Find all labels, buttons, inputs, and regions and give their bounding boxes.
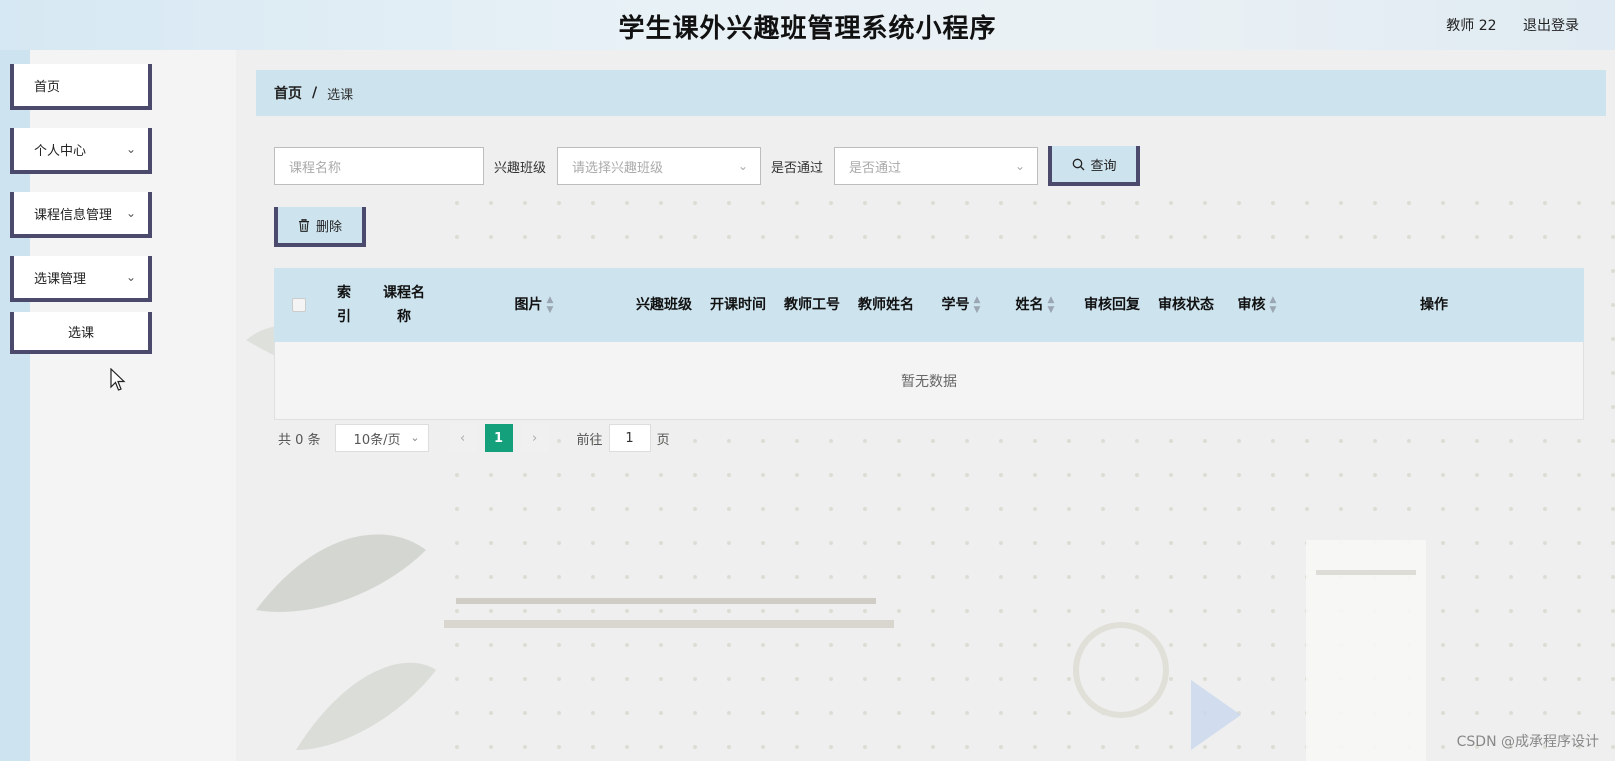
column-header-actions: 操作	[1394, 268, 1474, 342]
empty-text: 暂无数据	[901, 373, 957, 390]
sidebar-item-course-info[interactable]: 课程信息管理 ⌄	[10, 192, 152, 238]
mouse-cursor-icon	[110, 368, 126, 391]
chevron-right-icon: ›	[531, 430, 538, 446]
column-header-label: 审核	[1237, 297, 1266, 313]
passed-select[interactable]: 是否通过 ⌄	[834, 147, 1039, 185]
column-header-review-status[interactable]: 审核状态	[1158, 268, 1214, 342]
class-select-placeholder: 请选择兴趣班级	[572, 160, 664, 176]
app-title: 学生课外兴趣班管理系统小程序	[618, 14, 997, 44]
chevron-down-icon: ⌄	[125, 270, 136, 284]
column-header-course-name[interactable]: 课程名称	[378, 268, 430, 342]
top-header: 学生课外兴趣班管理系统小程序 教师 22 退出登录	[0, 0, 1615, 50]
page-unit-label: 页	[656, 432, 670, 448]
column-header-student-id[interactable]: 学号 ▲ ▼	[930, 268, 992, 342]
class-label: 兴趣班级	[494, 160, 547, 176]
search-icon	[1072, 158, 1084, 170]
column-header-label: 操作	[1420, 297, 1448, 313]
column-header-label: 课程名称	[383, 285, 425, 325]
column-header-index: 索引	[332, 268, 356, 342]
breadcrumb: 首页 / 选课	[256, 70, 1606, 116]
class-select[interactable]: 请选择兴趣班级 ⌄	[557, 147, 762, 185]
column-header-label: 学号	[941, 297, 970, 313]
column-header-review-reply[interactable]: 审核回复	[1084, 268, 1140, 342]
next-page-button[interactable]: ›	[520, 424, 549, 452]
sort-icon: ▲ ▼	[546, 295, 554, 315]
breadcrumb-separator: /	[312, 85, 318, 101]
sidebar-item-personal-center[interactable]: 个人中心 ⌄	[10, 128, 152, 174]
course-name-input[interactable]: 课程名称	[274, 147, 484, 185]
sort-icon: ▲ ▼	[1047, 295, 1055, 315]
sidebar-item-home[interactable]: 首页	[10, 64, 152, 110]
sidebar-item-label: 首页	[34, 79, 61, 95]
main-content: 首页 / 选课 课程名称 兴趣班级 请选择兴趣班级 ⌄ 是否通过 是否通过 ⌄ …	[236, 50, 1615, 761]
sort-icon: ▲ ▼	[973, 295, 981, 315]
chevron-down-icon: ⌄	[1014, 159, 1026, 173]
column-header-label: 审核回复	[1084, 297, 1140, 313]
goto-label: 前往	[576, 432, 603, 448]
column-header-label: 索引	[337, 285, 351, 325]
data-table: 索引 课程名称 图片 ▲ ▼ 兴趣班级 开课时间 教师工号 教师姓名 学号 ▲ ▼	[274, 268, 1584, 420]
user-name: 教师 22	[1446, 18, 1497, 34]
sidebar-item-label: 选课管理	[34, 271, 87, 287]
chevron-down-icon: ⌄	[125, 142, 136, 156]
column-header-label: 教师姓名	[858, 297, 914, 313]
column-header-interest-class[interactable]: 兴趣班级	[636, 268, 692, 342]
sidebar-item-label: 课程信息管理	[34, 207, 113, 223]
user-area: 教师 22 退出登录	[1424, 15, 1579, 35]
page-size-select[interactable]: 10条/页 ⌄	[334, 424, 429, 452]
passed-select-placeholder: 是否通过	[849, 160, 902, 176]
chevron-down-icon: ⌄	[125, 206, 136, 220]
goto-page-input[interactable]: 1	[608, 424, 651, 452]
sidebar: 首页 个人中心 ⌄ 课程信息管理 ⌄ 选课管理 ⌄ 选课	[0, 50, 236, 761]
sort-icon: ▲ ▼	[1269, 295, 1277, 315]
column-header-teacher-id[interactable]: 教师工号	[784, 268, 840, 342]
breadcrumb-home[interactable]: 首页	[274, 83, 302, 103]
search-form: 课程名称 兴趣班级 请选择兴趣班级 ⌄ 是否通过 是否通过 ⌄ 查询	[274, 146, 1141, 186]
column-header-label: 兴趣班级	[636, 297, 692, 313]
sidebar-item-label: 个人中心	[34, 143, 87, 159]
logout-link[interactable]: 退出登录	[1523, 18, 1579, 34]
query-button-label: 查询	[1090, 158, 1117, 174]
column-header-name[interactable]: 姓名 ▲ ▼	[1004, 268, 1066, 342]
column-header-label: 教师工号	[784, 297, 840, 313]
passed-label: 是否通过	[771, 160, 824, 176]
sidebar-item-enrollment-management[interactable]: 选课管理 ⌄	[10, 256, 152, 302]
column-header-label: 姓名	[1015, 297, 1044, 313]
query-button[interactable]: 查询	[1048, 146, 1141, 186]
column-header-label: 图片	[514, 297, 543, 313]
trash-icon	[298, 218, 309, 232]
table-header: 索引 课程名称 图片 ▲ ▼ 兴趣班级 开课时间 教师工号 教师姓名 学号 ▲ ▼	[274, 268, 1584, 342]
sidebar-item-enrollment[interactable]: 选课	[10, 312, 152, 354]
column-header-start-time[interactable]: 开课时间	[710, 268, 766, 342]
table-body-empty: 暂无数据	[274, 342, 1584, 420]
delete-button-label: 删除	[315, 219, 342, 235]
prev-page-button[interactable]: ‹	[448, 424, 477, 452]
sidebar-item-label: 选课	[67, 325, 94, 341]
column-header-label: 审核状态	[1158, 297, 1214, 313]
column-header-teacher-name[interactable]: 教师姓名	[858, 268, 914, 342]
chevron-left-icon: ‹	[459, 430, 466, 446]
column-header-label: 开课时间	[710, 297, 766, 313]
select-all-checkbox[interactable]	[292, 298, 306, 312]
chevron-down-icon: ⌄	[737, 159, 749, 173]
watermark: CSDN @成承程序设计	[1456, 734, 1599, 750]
column-header-review[interactable]: 审核 ▲ ▼	[1226, 268, 1288, 342]
page-number-button[interactable]: 1	[484, 424, 513, 452]
column-header-image[interactable]: 图片 ▲ ▼	[504, 268, 564, 342]
pagination-total: 共 0 条	[278, 432, 321, 448]
pagination: 共 0 条 10条/页 ⌄ ‹ 1 › 前往 1 页	[278, 424, 670, 452]
breadcrumb-current: 选课	[327, 87, 354, 103]
chevron-down-icon: ⌄	[410, 431, 420, 444]
delete-button[interactable]: 删除	[274, 207, 366, 247]
page-size-value: 10条/页	[353, 432, 401, 448]
